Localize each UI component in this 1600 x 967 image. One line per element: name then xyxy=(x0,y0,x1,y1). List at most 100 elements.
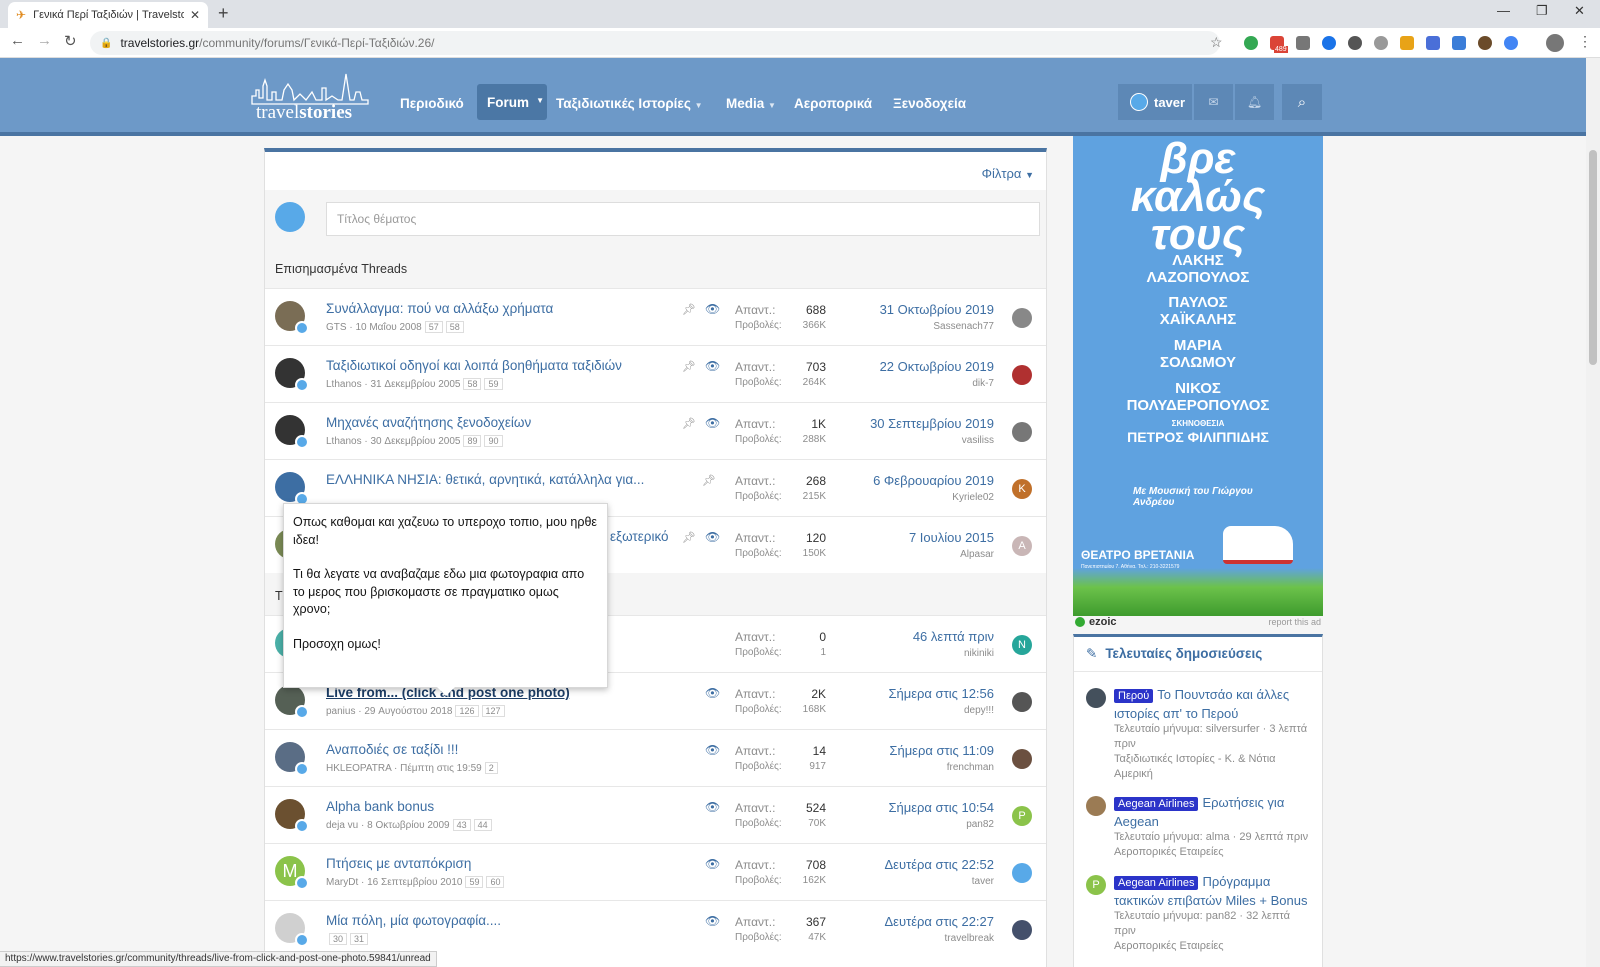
thread-title-link[interactable]: Συνάλλαγμα: πού να αλλάξω χρήματα xyxy=(326,301,553,316)
thread-title-link[interactable]: Μία πόλη, μία φωτογραφία.... xyxy=(326,913,501,928)
nav-xenodoxeia[interactable]: Ξενοδοχεία xyxy=(893,96,966,111)
last-poster-avatar[interactable]: K xyxy=(1012,479,1032,499)
thread-title-link[interactable]: Alpha bank bonus xyxy=(326,799,434,814)
last-post-date[interactable]: 46 λεπτά πριν xyxy=(913,629,994,644)
page-link[interactable]: 58 xyxy=(445,321,464,333)
last-poster-avatar[interactable]: P xyxy=(1012,806,1032,826)
last-post-date[interactable]: Δευτέρα στις 22:52 xyxy=(885,857,995,872)
thread-start-date[interactable]: 31 Δεκεμβρίου 2005 xyxy=(370,379,460,390)
thread-title-input[interactable]: Τίτλος θέματος xyxy=(326,202,1040,236)
chevron-down-icon[interactable]: ▼ xyxy=(536,96,544,105)
post-tag[interactable]: Aegean Airlines xyxy=(1114,876,1199,890)
filters-button[interactable]: Φίλτρα ▼ xyxy=(982,166,1034,181)
nav-aeroporika[interactable]: Αεροπορικά xyxy=(794,96,872,111)
last-poster-avatar[interactable] xyxy=(1012,365,1032,385)
thread-start-date[interactable]: 10 Μαΐου 2008 xyxy=(355,322,421,333)
thread-author[interactable]: HKLEOPATRA xyxy=(326,763,391,774)
forward-icon[interactable]: → xyxy=(37,32,52,49)
thread-title-link[interactable]: Ταξιδιωτικοί οδηγοί και λοιπά βοηθήματα … xyxy=(326,358,622,373)
last-post-user[interactable]: travelbreak xyxy=(945,933,994,944)
last-poster-avatar[interactable] xyxy=(1012,422,1032,442)
advertisement[interactable]: βρε καλώς τους ΛΑΚΗΣ ΛΑΖΟΠΟΥΛΟΣ ΠΑΥΛΟΣ Χ… xyxy=(1073,136,1323,616)
extension-icon[interactable] xyxy=(1426,36,1440,50)
last-poster-avatar[interactable] xyxy=(1012,308,1032,328)
extension-icon[interactable] xyxy=(1244,36,1258,50)
site-logo[interactable]: travelstories xyxy=(250,70,380,123)
thread-row[interactable]: Αναποδιές σε ταξίδι !!! HKLEOPATRA · Πέμπ… xyxy=(265,729,1046,786)
last-post-date[interactable]: Σήμερα στις 10:54 xyxy=(888,800,994,815)
post-tag[interactable]: Περού xyxy=(1114,689,1154,703)
nav-travel-stories[interactable]: Ταξιδιωτικές Ιστορίες ▼ xyxy=(556,96,703,111)
thread-title-link[interactable]: ΕΛΛΗΝΙΚΑ ΝΗΣΙΑ: θετικά, αρνητικά, κατάλλ… xyxy=(326,472,644,487)
search-button[interactable]: ⌕ xyxy=(1282,84,1322,120)
thread-start-date[interactable]: 16 Σεπτεμβρίου 2010 xyxy=(367,877,462,888)
extension-icon[interactable] xyxy=(1478,36,1492,50)
scrollbar-thumb[interactable] xyxy=(1589,150,1597,365)
extension-icon[interactable] xyxy=(1296,36,1310,50)
page-link[interactable]: 31 xyxy=(350,933,369,945)
thread-title-link[interactable]: Μηχανές αναζήτησης ξενοδοχείων xyxy=(326,415,531,430)
restore-icon[interactable]: ❐ xyxy=(1536,3,1548,19)
extension-icon[interactable] xyxy=(1374,36,1388,50)
page-link[interactable]: 43 xyxy=(452,819,471,831)
nav-media[interactable]: Media ▼ xyxy=(726,96,776,111)
last-post-user[interactable]: vasiliss xyxy=(962,435,994,446)
last-poster-avatar[interactable]: N xyxy=(1012,635,1032,655)
inbox-button[interactable]: ✉ xyxy=(1194,84,1233,120)
account-button[interactable]: taver xyxy=(1118,84,1192,120)
thread-start-date[interactable]: 30 Δεκεμβρίου 2005 xyxy=(370,436,460,447)
last-post-user[interactable]: pan82 xyxy=(966,819,994,830)
last-post-date[interactable]: Δευτέρα στις 22:27 xyxy=(885,914,995,929)
new-tab-icon[interactable]: + xyxy=(218,3,229,24)
thread-row[interactable]: Συνάλλαγμα: πού να αλλάξω χρήματα GTS · 1… xyxy=(265,288,1046,345)
last-post-date[interactable]: 6 Φεβρουαρίου 2019 xyxy=(873,473,994,488)
last-post-user[interactable]: Kyriele02 xyxy=(952,492,994,503)
page-link[interactable]: 58 xyxy=(463,378,482,390)
last-post-date[interactable]: 22 Οκτωβρίου 2019 xyxy=(880,359,994,374)
thread-start-date[interactable]: 8 Οκτωβρίου 2009 xyxy=(367,820,449,831)
extension-icon[interactable] xyxy=(1504,36,1518,50)
last-poster-avatar[interactable] xyxy=(1012,692,1032,712)
page-link[interactable]: 127 xyxy=(481,705,505,717)
post-tag[interactable]: Aegean Airlines xyxy=(1114,797,1199,811)
last-poster-avatar[interactable]: A xyxy=(1012,536,1032,556)
close-tab-icon[interactable]: ✕ xyxy=(190,8,200,22)
page-link[interactable]: 44 xyxy=(473,819,492,831)
thread-row[interactable]: Ταξιδιωτικοί οδηγοί και λοιπά βοηθήματα … xyxy=(265,345,1046,402)
last-post-user[interactable]: Alpasar xyxy=(960,549,994,560)
post-forum[interactable]: Ταξιδιωτικές Ιστορίες - Κ. & Νότια Αμερι… xyxy=(1114,752,1314,782)
thread-author[interactable]: Lthanos xyxy=(326,436,362,447)
thread-start-date[interactable]: 29 Αυγούστου 2018 xyxy=(364,706,452,717)
report-ad-link[interactable]: report this ad xyxy=(1268,617,1321,627)
thread-title-link[interactable]: εξωτερικό xyxy=(610,529,669,544)
thread-author[interactable]: panius xyxy=(326,706,355,717)
page-link[interactable]: 59 xyxy=(484,378,503,390)
thread-row[interactable]: M Πτήσεις με ανταπόκριση MaryDt · 16 Σεπτε… xyxy=(265,843,1046,900)
last-post-date[interactable]: Σήμερα στις 12:56 xyxy=(888,686,994,701)
extension-icon[interactable] xyxy=(1400,36,1414,50)
page-link[interactable]: 60 xyxy=(486,876,505,888)
post-forum[interactable]: Αεροπορικές Εταιρείες xyxy=(1114,939,1314,954)
profile-avatar[interactable] xyxy=(1546,34,1564,52)
thread-author[interactable]: deja vu xyxy=(326,820,358,831)
post-forum[interactable]: Αεροπορικές Εταιρείες xyxy=(1114,845,1314,860)
extension-icon[interactable] xyxy=(1348,36,1362,50)
thread-row[interactable]: Μηχανές αναζήτησης ξενοδοχείων Lthanos · … xyxy=(265,402,1046,459)
last-post-user[interactable]: Sassenach77 xyxy=(933,321,994,332)
last-poster-avatar[interactable] xyxy=(1012,863,1032,883)
nav-periodiko[interactable]: Περιοδικό xyxy=(400,96,464,111)
chevron-down-icon[interactable]: ▼ xyxy=(695,101,703,110)
last-post-date[interactable]: 30 Σεπτεμβρίου 2019 xyxy=(870,416,994,431)
bookmark-star-icon[interactable]: ☆ xyxy=(1210,34,1223,51)
thread-row[interactable]: Μία πόλη, μία φωτογραφία.... 30 31 👁︎ Απαντ.… xyxy=(265,900,1046,957)
page-link[interactable]: 2 xyxy=(484,762,498,774)
latest-post-title[interactable]: Aegean Airlines Ερωτήσεις για Aegean xyxy=(1114,794,1314,830)
last-post-user[interactable]: depy!!! xyxy=(964,705,994,716)
page-link[interactable]: 59 xyxy=(465,876,484,888)
back-icon[interactable]: ← xyxy=(10,32,25,49)
minimize-icon[interactable]: — xyxy=(1497,3,1510,18)
extension-icon[interactable] xyxy=(1322,36,1336,50)
thread-author[interactable]: GTS xyxy=(326,322,347,333)
chevron-down-icon[interactable]: ▼ xyxy=(768,101,776,110)
last-post-date[interactable]: 7 Ιουλίου 2015 xyxy=(909,530,994,545)
